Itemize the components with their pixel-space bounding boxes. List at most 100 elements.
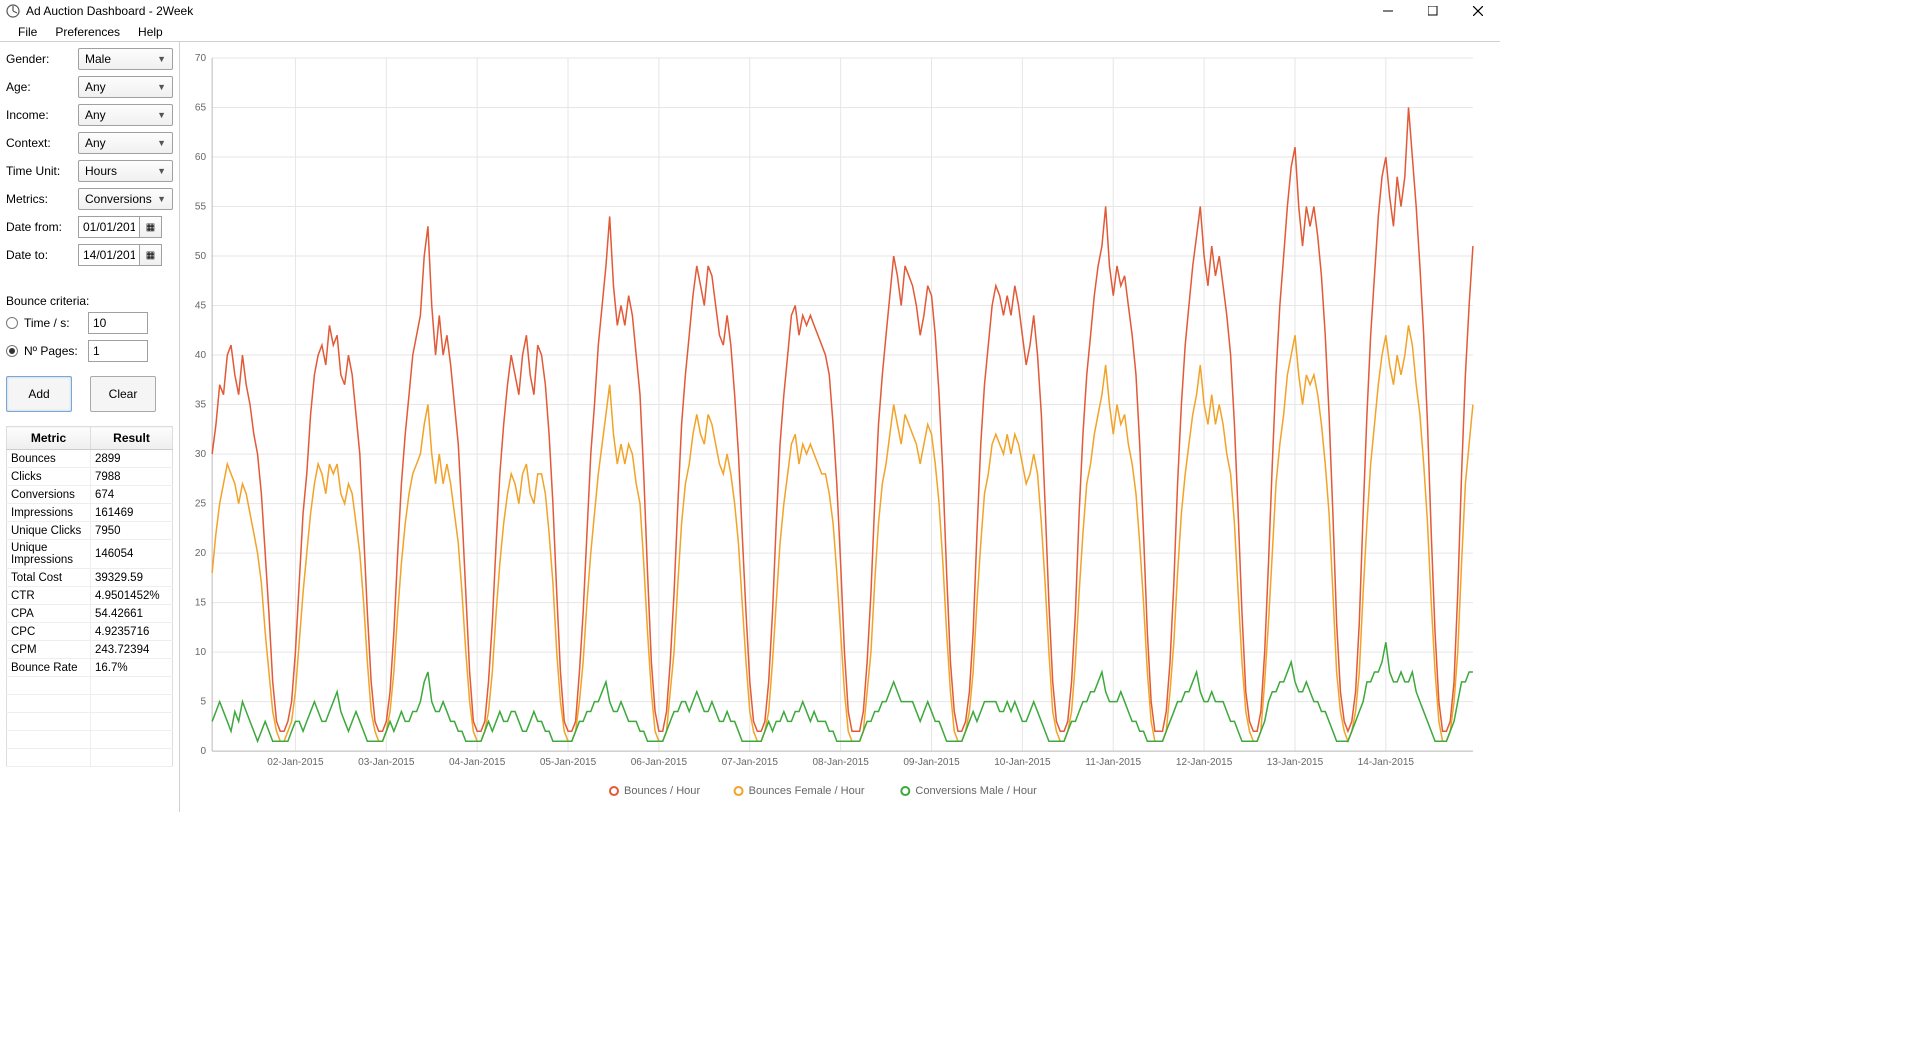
table-row: Conversions674: [7, 486, 173, 504]
bounce-heading: Bounce criteria:: [6, 294, 173, 308]
add-button[interactable]: Add: [6, 376, 72, 412]
label-age: Age:: [6, 80, 78, 94]
select-age[interactable]: Any▼: [78, 76, 173, 98]
input-bounce-pages[interactable]: [88, 340, 148, 362]
input-date-from[interactable]: [78, 216, 140, 238]
svg-text:5: 5: [201, 697, 207, 708]
chevron-down-icon: ▼: [157, 82, 166, 92]
label-date-from: Date from:: [6, 220, 78, 234]
chevron-down-icon: ▼: [157, 166, 166, 176]
sidebar: Gender:Male▼ Age:Any▼ Income:Any▼ Contex…: [0, 42, 180, 812]
table-row: [7, 749, 173, 767]
chevron-down-icon: ▼: [157, 54, 166, 64]
table-row: [7, 731, 173, 749]
menu-preferences[interactable]: Preferences: [47, 23, 128, 41]
maximize-button[interactable]: [1410, 0, 1455, 22]
svg-text:07-Jan-2015: 07-Jan-2015: [722, 757, 779, 768]
radio-pages[interactable]: [6, 345, 18, 357]
label-gender: Gender:: [6, 52, 78, 66]
svg-text:11-Jan-2015: 11-Jan-2015: [1085, 757, 1141, 768]
calendar-icon[interactable]: ▦: [140, 216, 162, 238]
svg-text:55: 55: [195, 202, 207, 213]
filter-panel: Gender:Male▼ Age:Any▼ Income:Any▼ Contex…: [6, 48, 173, 266]
label-income: Income:: [6, 108, 78, 122]
svg-text:10-Jan-2015: 10-Jan-2015: [994, 757, 1051, 768]
label-metrics: Metrics:: [6, 192, 78, 206]
table-row: Bounces2899: [7, 450, 173, 468]
svg-text:08-Jan-2015: 08-Jan-2015: [812, 757, 869, 768]
table-row: Bounce Rate16.7%: [7, 659, 173, 677]
window-controls: [1365, 0, 1500, 22]
label-time: Time / s:: [24, 316, 88, 330]
svg-text:12-Jan-2015: 12-Jan-2015: [1176, 757, 1233, 768]
svg-text:02-Jan-2015: 02-Jan-2015: [267, 757, 324, 768]
chevron-down-icon: ▼: [157, 138, 166, 148]
table-row: [7, 677, 173, 695]
col-metric: Metric: [7, 427, 91, 450]
svg-text:04-Jan-2015: 04-Jan-2015: [449, 757, 506, 768]
svg-text:14-Jan-2015: 14-Jan-2015: [1358, 757, 1415, 768]
main-area: Gender:Male▼ Age:Any▼ Income:Any▼ Contex…: [0, 42, 1500, 812]
svg-text:10: 10: [195, 647, 207, 658]
svg-text:30: 30: [195, 449, 207, 460]
table-row: Impressions161469: [7, 504, 173, 522]
svg-text:15: 15: [195, 598, 207, 609]
menu-help[interactable]: Help: [130, 23, 171, 41]
radio-time[interactable]: [6, 317, 18, 329]
titlebar: Ad Auction Dashboard - 2Week: [0, 0, 1500, 22]
menubar: File Preferences Help: [0, 22, 1500, 42]
table-row: Unique Clicks7950: [7, 522, 173, 540]
label-date-to: Date to:: [6, 248, 78, 262]
svg-text:0: 0: [201, 746, 207, 757]
svg-text:05-Jan-2015: 05-Jan-2015: [540, 757, 597, 768]
line-chart: 0 5 10 15 20 25 30 35 40 45 50 55 60 65 70 02-Jan-2015 0…: [182, 48, 1488, 806]
table-row: CPA54.42661: [7, 605, 173, 623]
metrics-table: Metric Result Bounces2899Clicks7988Conve…: [6, 426, 173, 767]
svg-text:60: 60: [195, 152, 207, 163]
label-timeunit: Time Unit:: [6, 164, 78, 178]
svg-text:03-Jan-2015: 03-Jan-2015: [358, 757, 415, 768]
input-date-to[interactable]: [78, 244, 140, 266]
table-row: CPC4.9235716: [7, 623, 173, 641]
chevron-down-icon: ▼: [157, 194, 166, 204]
svg-text:45: 45: [195, 301, 207, 312]
table-row: Unique Impressions146054: [7, 540, 173, 569]
svg-text:50: 50: [195, 251, 207, 262]
close-button[interactable]: [1455, 0, 1500, 22]
app-icon: [6, 4, 20, 18]
svg-text:20: 20: [195, 548, 207, 559]
svg-text:40: 40: [195, 350, 207, 361]
svg-text:35: 35: [195, 400, 207, 411]
table-row: Clicks7988: [7, 468, 173, 486]
calendar-icon[interactable]: ▦: [140, 244, 162, 266]
svg-text:Conversions Male / Hour: Conversions Male / Hour: [915, 785, 1037, 797]
select-context[interactable]: Any▼: [78, 132, 173, 154]
table-row: [7, 695, 173, 713]
table-row: Total Cost39329.59: [7, 569, 173, 587]
table-row: [7, 713, 173, 731]
input-bounce-time[interactable]: [88, 312, 148, 334]
window-title: Ad Auction Dashboard - 2Week: [26, 4, 1365, 18]
minimize-button[interactable]: [1365, 0, 1410, 22]
svg-text:06-Jan-2015: 06-Jan-2015: [631, 757, 688, 768]
col-result: Result: [91, 427, 173, 450]
clear-button[interactable]: Clear: [90, 376, 156, 412]
select-income[interactable]: Any▼: [78, 104, 173, 126]
select-gender[interactable]: Male▼: [78, 48, 173, 70]
select-timeunit[interactable]: Hours▼: [78, 160, 173, 182]
label-context: Context:: [6, 136, 78, 150]
svg-text:Bounces / Hour: Bounces / Hour: [624, 785, 700, 797]
svg-text:65: 65: [195, 103, 207, 114]
svg-text:Bounces Female / Hour: Bounces Female / Hour: [749, 785, 865, 797]
table-row: CTR4.9501452%: [7, 587, 173, 605]
label-pages: Nº Pages:: [24, 344, 88, 358]
svg-text:09-Jan-2015: 09-Jan-2015: [903, 757, 960, 768]
chart-panel: 0 5 10 15 20 25 30 35 40 45 50 55 60 65 70 02-Jan-2015 0…: [180, 42, 1500, 812]
table-row: CPM243.72394: [7, 641, 173, 659]
svg-text:25: 25: [195, 499, 207, 510]
select-metrics[interactable]: Conversions▼: [78, 188, 173, 210]
svg-text:70: 70: [195, 53, 207, 64]
svg-text:13-Jan-2015: 13-Jan-2015: [1267, 757, 1324, 768]
menu-file[interactable]: File: [10, 23, 45, 41]
chevron-down-icon: ▼: [157, 110, 166, 120]
